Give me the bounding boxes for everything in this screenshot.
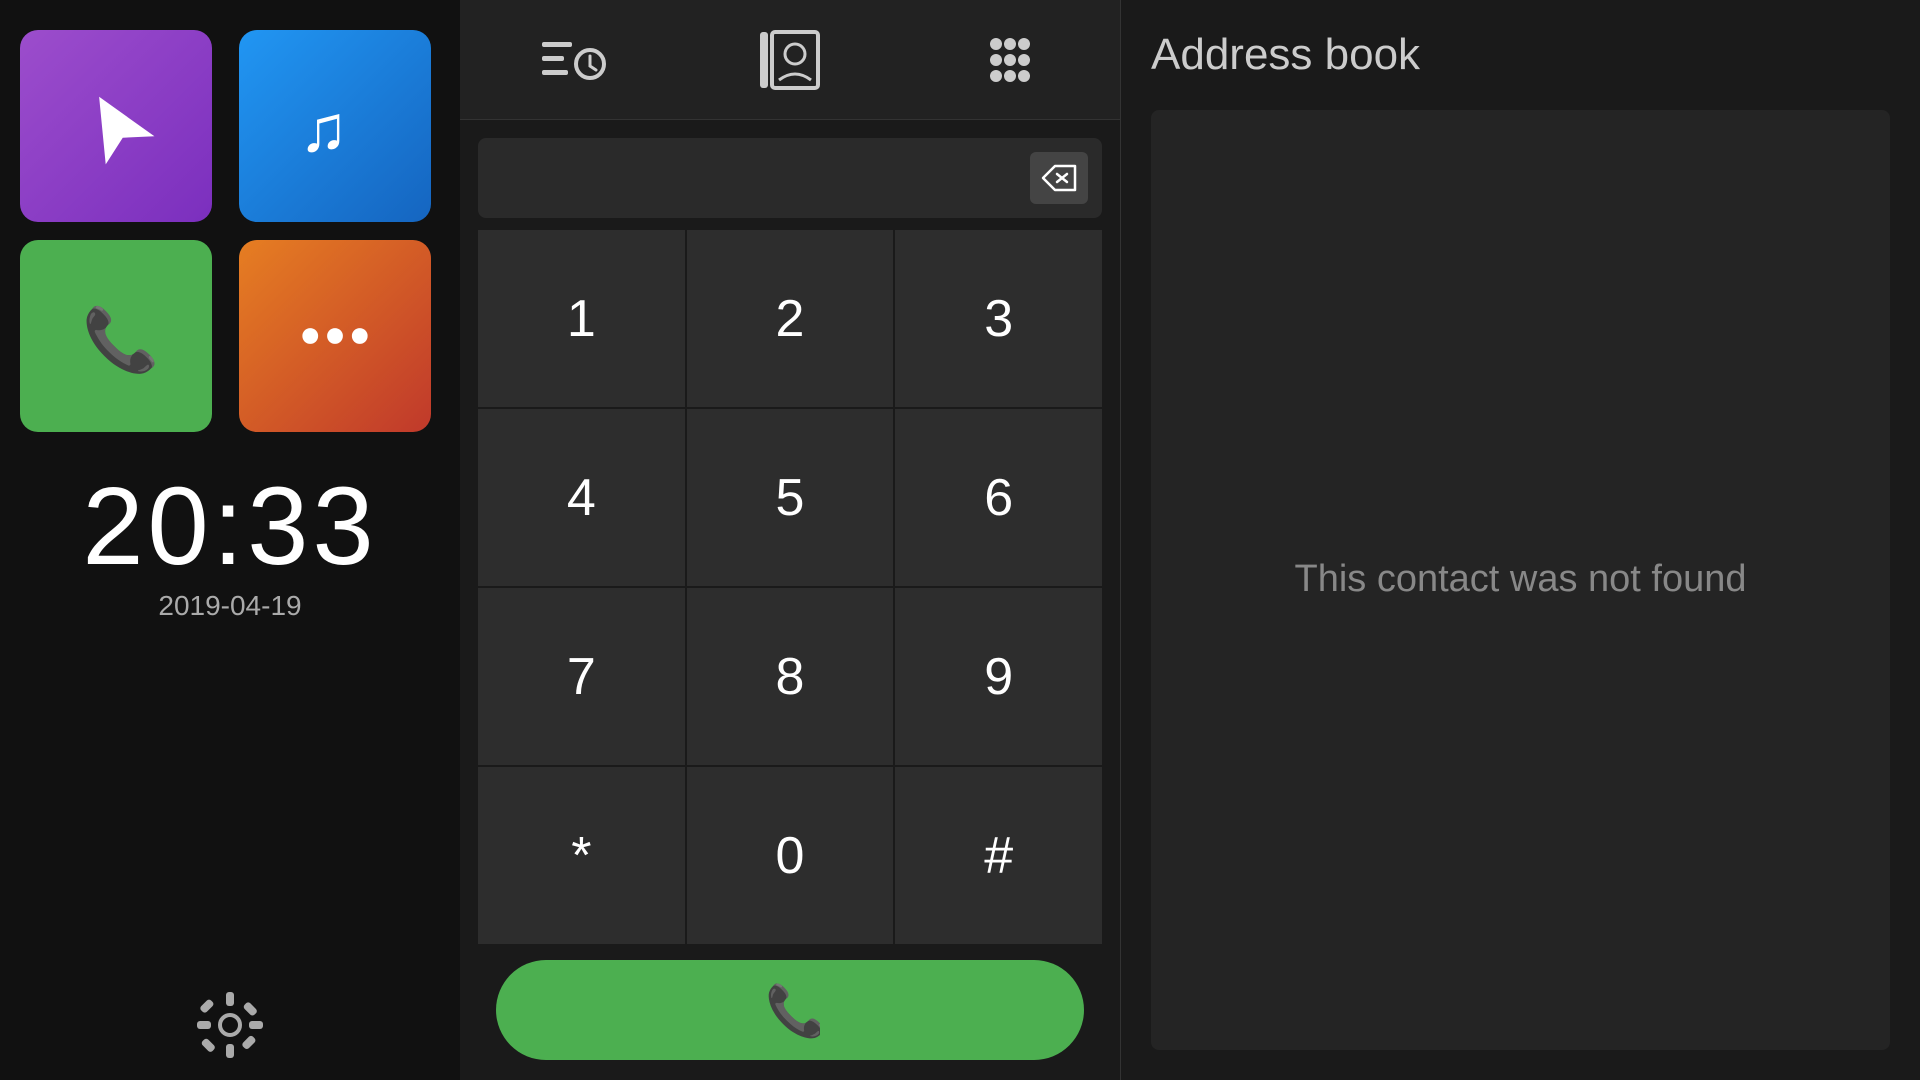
tab-recent[interactable] <box>461 0 679 119</box>
call-button-row: 📞 <box>478 944 1102 1080</box>
dialpad-area: 1 2 3 4 5 6 7 8 9 * 0 # 📞 <box>460 120 1120 1080</box>
dial-btn-4[interactable]: 4 <box>478 409 685 586</box>
backspace-button[interactable] <box>1030 152 1088 204</box>
top-nav <box>460 0 1120 120</box>
contacts-icon <box>754 24 826 96</box>
address-book-content: This contact was not found <box>1151 110 1890 1050</box>
clock-section: 20:33 2019-04-19 <box>82 472 377 970</box>
settings-icon-container[interactable] <box>195 990 265 1060</box>
dial-btn-9[interactable]: 9 <box>895 588 1102 765</box>
call-button[interactable]: 📞 <box>496 960 1084 1060</box>
input-row <box>478 138 1102 218</box>
center-panel: 1 2 3 4 5 6 7 8 9 * 0 # 📞 <box>460 0 1120 1080</box>
address-book-title: Address book <box>1151 30 1890 80</box>
left-panel: ♫ 📞 20:33 2019-04-19 <box>0 0 460 1080</box>
call-icon: 📞 <box>760 980 820 1040</box>
app-grid: ♫ 📞 <box>20 30 440 432</box>
dial-btn-6[interactable]: 6 <box>895 409 1102 586</box>
navigation-icon <box>71 81 161 171</box>
svg-text:📞: 📞 <box>82 301 160 375</box>
clock-time: 20:33 <box>82 472 377 582</box>
right-panel: Address book This contact was not found <box>1120 0 1920 1080</box>
tab-dialpad[interactable] <box>901 0 1119 119</box>
music-icon: ♫ <box>290 81 380 171</box>
navigation-app-tile[interactable] <box>20 30 212 222</box>
svg-text:📞: 📞 <box>765 980 820 1039</box>
dial-btn-2[interactable]: 2 <box>687 230 894 407</box>
dial-btn-hash[interactable]: # <box>895 767 1102 944</box>
music-app-tile[interactable]: ♫ <box>239 30 431 222</box>
dial-btn-8[interactable]: 8 <box>687 588 894 765</box>
settings-icon <box>195 990 265 1060</box>
recent-icon <box>534 24 606 96</box>
dial-btn-0[interactable]: 0 <box>687 767 894 944</box>
phone-icon: 📞 <box>71 291 161 381</box>
svg-text:♫: ♫ <box>299 92 348 165</box>
dial-btn-5[interactable]: 5 <box>687 409 894 586</box>
dial-btn-3[interactable]: 3 <box>895 230 1102 407</box>
more-app-tile[interactable] <box>239 240 431 432</box>
clock-date: 2019-04-19 <box>82 590 377 622</box>
contact-not-found-message: This contact was not found <box>1294 553 1746 606</box>
dial-btn-star[interactable]: * <box>478 767 685 944</box>
dialpad-icon <box>974 24 1046 96</box>
dial-btn-7[interactable]: 7 <box>478 588 685 765</box>
dial-btn-1[interactable]: 1 <box>478 230 685 407</box>
phone-app-tile[interactable]: 📞 <box>20 240 212 432</box>
dialpad-grid: 1 2 3 4 5 6 7 8 9 * 0 # <box>478 230 1102 944</box>
tab-contacts[interactable] <box>681 0 899 119</box>
more-icon <box>290 291 380 381</box>
backspace-icon <box>1041 164 1077 192</box>
